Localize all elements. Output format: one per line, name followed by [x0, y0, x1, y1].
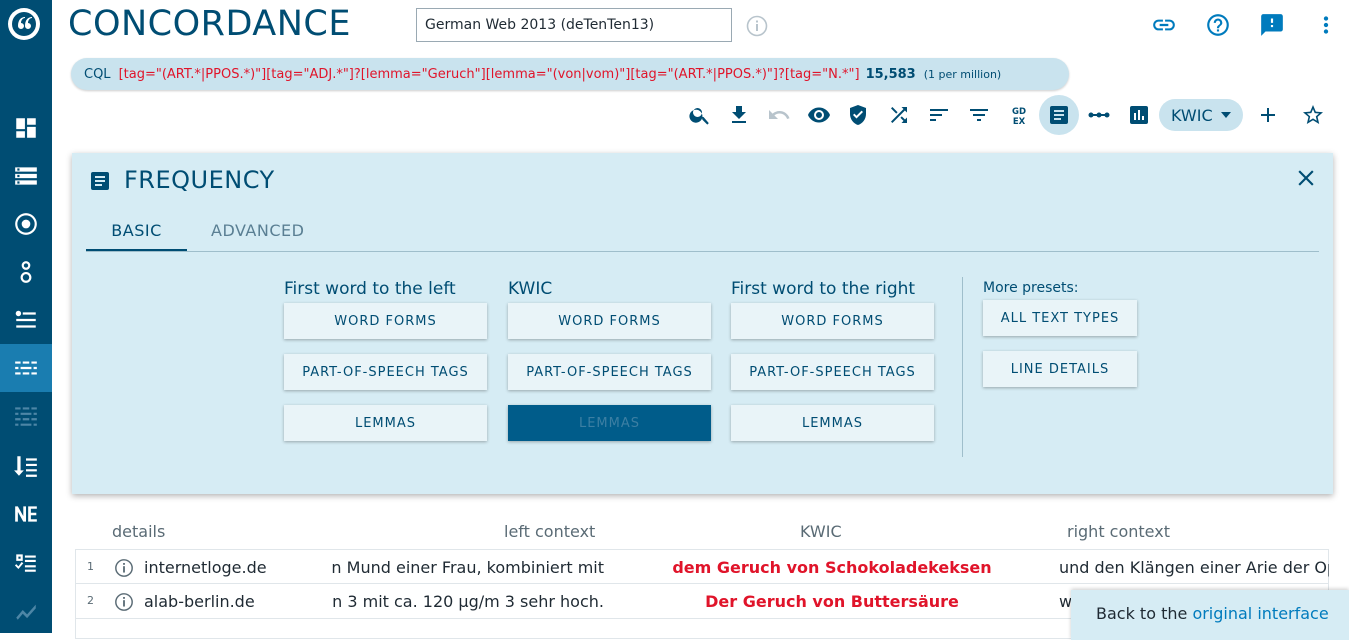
view-options-icon[interactable] [804, 100, 834, 130]
kwic-pos-tags-button[interactable]: PART-OF-SPEECH TAGS [508, 354, 711, 390]
hit-count: 15,583 [865, 66, 916, 82]
star-icon[interactable] [1298, 100, 1328, 130]
left-context-text: n Mund einer Frau, kombiniert mit [331, 558, 604, 577]
column-header-right-context: right context [1067, 522, 1170, 541]
left-context-text: n 3 mit ca. 120 µg/m 3 sehr hoch. [332, 592, 604, 611]
hits-per-million: (1 per million) [923, 67, 1002, 81]
caret-down-icon [1220, 112, 1231, 118]
view-mode-value: KWIC [1171, 105, 1213, 125]
right-lemmas-button[interactable]: LEMMAS [731, 405, 934, 441]
presets-label: More presets: [983, 280, 1079, 296]
original-interface-link[interactable]: original interface [1192, 604, 1328, 623]
banner-text: Back to the [1096, 604, 1188, 623]
kwic-word-forms-button[interactable]: WORD FORMS [508, 303, 711, 339]
frequency-title: FREQUENCY [124, 166, 275, 194]
quote-logo-icon [12, 12, 36, 36]
left-context: n 3 mit ca. 120 µg/m 3 sehr hoch. [226, 592, 604, 611]
frequency-panel: FREQUENCY BASIC ADVANCED First word to t… [72, 153, 1333, 494]
kwic-text[interactable]: Der Geruch von Buttersäure [624, 592, 1040, 611]
all-text-types-button[interactable]: ALL TEXT TYPES [983, 300, 1137, 336]
left-context: n Mund einer Frau, kombiniert mit [226, 558, 604, 577]
left-lemmas-button[interactable]: LEMMAS [284, 405, 487, 441]
right-context: und den Klängen einer Arie der Op [1059, 558, 1329, 577]
row-number: 2 [87, 594, 94, 607]
sidebar-keywords[interactable] [0, 538, 52, 586]
sort-icon[interactable] [924, 100, 954, 130]
collocations-icon[interactable] [1084, 100, 1114, 130]
feedback-icon[interactable] [1259, 12, 1285, 38]
query-summary-chip[interactable]: CQL [tag="(ART.*|PPOS.*)"][tag="ADJ.*"]?… [71, 58, 1069, 90]
target-icon [15, 213, 37, 235]
sidebar-trends[interactable] [0, 586, 52, 634]
tab-divider [86, 251, 1319, 252]
svg-text:EX: EX [1013, 117, 1026, 127]
app-logo[interactable] [8, 8, 40, 40]
line-details-button[interactable]: LINE DETAILS [983, 351, 1137, 387]
sidebar [0, 0, 52, 633]
table-row[interactable]: 1 internetloge.de n Mund einer Frau, kom… [75, 549, 1329, 584]
cql-label: CQL [84, 66, 111, 82]
more-vert-icon[interactable] [1313, 12, 1339, 38]
download-icon[interactable] [724, 100, 754, 130]
right-word-forms-button[interactable]: WORD FORMS [731, 303, 934, 339]
frequency-toolbar-icon[interactable] [1039, 95, 1079, 135]
sidebar-wordlist[interactable] [0, 442, 52, 490]
trend-icon [16, 604, 36, 620]
column-heading-left: First word to the left [284, 279, 456, 299]
link-icon[interactable] [1151, 12, 1177, 38]
list-bullet-icon [15, 310, 36, 328]
sidebar-word-sketch-diff[interactable] [0, 248, 52, 296]
statistics-icon[interactable] [1124, 100, 1154, 130]
checklist-icon [14, 554, 36, 572]
sidebar-concordance[interactable] [0, 344, 52, 392]
column-heading-kwic: KWIC [508, 279, 553, 299]
tab-advanced[interactable]: ADVANCED [211, 221, 304, 251]
parallel-concordance-icon [15, 407, 37, 426]
sidebar-dashboard[interactable] [0, 104, 52, 152]
corpus-info-icon[interactable] [746, 15, 768, 37]
column-header-kwic: KWIC [800, 522, 842, 541]
shuffle-icon[interactable] [884, 100, 914, 130]
undo-icon[interactable] [764, 100, 794, 130]
filter-icon[interactable] [964, 100, 994, 130]
close-icon[interactable] [1293, 165, 1319, 191]
wordlist-icon [14, 456, 37, 477]
tab-basic[interactable]: BASIC [86, 221, 187, 251]
concordance-icon [15, 361, 37, 375]
row-number: 1 [87, 560, 94, 573]
sketch-diff-icon [20, 261, 32, 283]
gdex-icon[interactable]: GD EX [1004, 100, 1034, 130]
storage-icon [15, 167, 37, 185]
info-icon[interactable] [114, 558, 134, 578]
kwic-text[interactable]: dem Geruch von Schokoladekeksen [624, 558, 1040, 577]
svg-text:GD: GD [1012, 107, 1026, 117]
dashboard-icon [16, 118, 36, 138]
corpus-selector[interactable]: German Web 2013 (deTenTen13) [416, 8, 732, 42]
left-pos-tags-button[interactable]: PART-OF-SPEECH TAGS [284, 354, 487, 390]
info-icon[interactable] [114, 592, 134, 612]
sidebar-parallel-concordance[interactable] [0, 392, 52, 440]
sidebar-word-sketch[interactable] [0, 200, 52, 248]
help-icon[interactable] [1205, 12, 1231, 38]
column-header-details: details [112, 522, 166, 541]
column-header-left-context: left context [504, 522, 596, 541]
column-heading-right: First word to the right [731, 279, 916, 299]
right-pos-tags-button[interactable]: PART-OF-SPEECH TAGS [731, 354, 934, 390]
kwic-lemmas-button[interactable]: LEMMAS [508, 405, 711, 441]
left-word-forms-button[interactable]: WORD FORMS [284, 303, 487, 339]
sidebar-ngrams[interactable] [0, 490, 52, 538]
ne-icon [15, 506, 37, 522]
presets-divider [962, 277, 963, 457]
sidebar-corpora[interactable] [0, 152, 52, 200]
add-icon[interactable] [1253, 100, 1283, 130]
search-zoom-icon[interactable] [685, 100, 715, 130]
gdex-badge-icon[interactable] [843, 100, 873, 130]
view-mode-select[interactable]: KWIC [1159, 99, 1243, 131]
sidebar-thesaurus[interactable] [0, 296, 52, 344]
page-title: CONCORDANCE [68, 4, 351, 44]
frequency-icon [88, 169, 112, 193]
cql-query: [tag="(ART.*|PPOS.*)"][tag="ADJ.*"]?[lem… [118, 66, 860, 82]
